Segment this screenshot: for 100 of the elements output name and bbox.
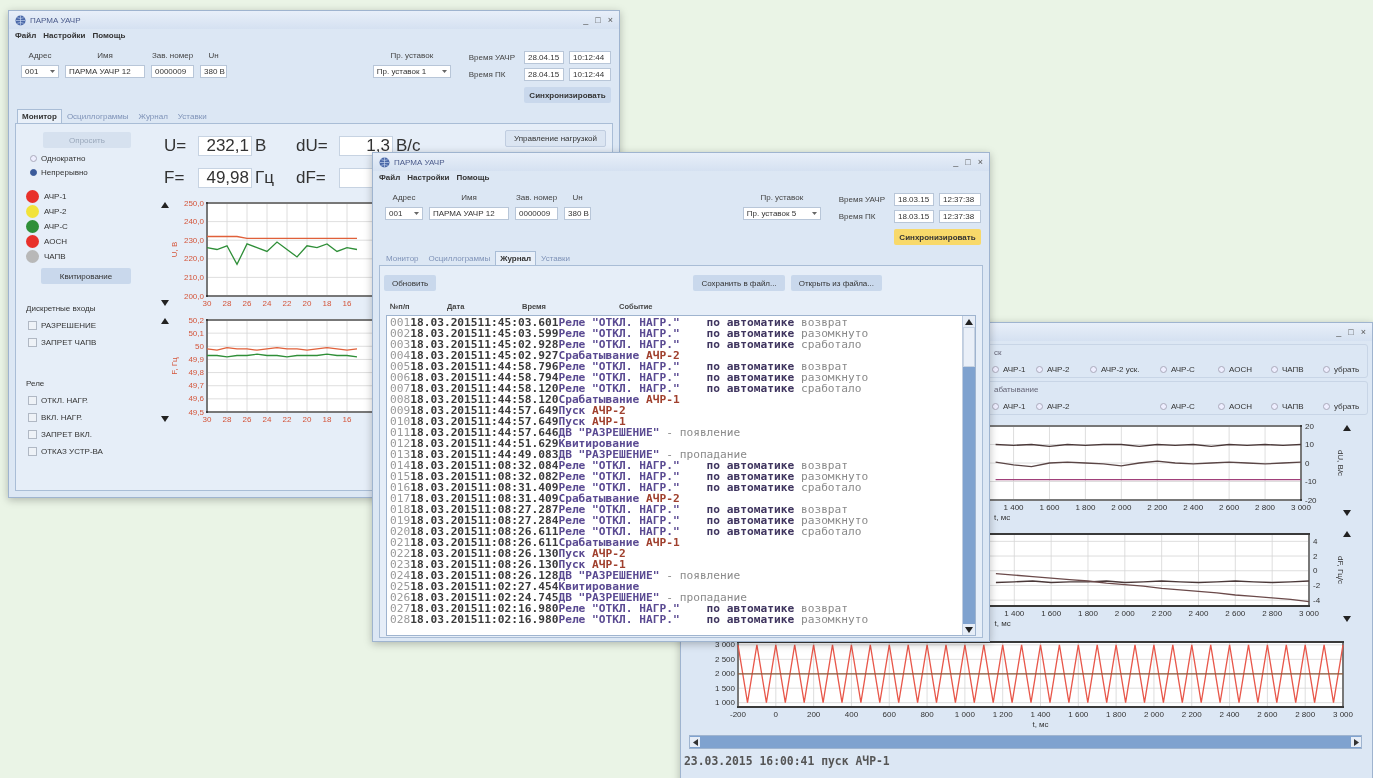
window-control[interactable]: □ [965, 157, 971, 167]
address-dropdown[interactable]: 001 [21, 65, 59, 78]
window-control[interactable]: _ [953, 157, 959, 167]
load-control-button[interactable]: Управление нагрузкой [505, 130, 606, 147]
tab[interactable]: Журнал [495, 251, 537, 265]
name-field[interactable]: ПАРМА УАЧР 12 [429, 207, 509, 220]
up-arrow-icon[interactable] [161, 318, 169, 324]
serial-field[interactable]: 0000009 [151, 65, 194, 78]
x-tick-label: 3 000 [1291, 503, 1311, 512]
window-control[interactable]: × [607, 15, 613, 25]
window-control[interactable]: □ [595, 15, 601, 25]
acknowledge-button[interactable]: Квитирование [41, 268, 131, 284]
date-cell: 18.03.2015 [410, 504, 478, 515]
window-control[interactable]: × [977, 157, 983, 167]
menu-item[interactable]: Настройки [43, 31, 86, 43]
time-field[interactable]: 12:37:38 [939, 210, 981, 223]
row-number: 026 [390, 592, 411, 603]
y-tick-label: 210,0 [183, 272, 204, 282]
checkbox[interactable] [28, 446, 37, 456]
settings-dropdown[interactable]: Пр. уставок 1 [372, 65, 451, 78]
radio-option[interactable]: убрать [1323, 399, 1372, 413]
radio-option[interactable]: АЧР-2 уск. [1090, 362, 1160, 376]
tab[interactable]: Монитор [17, 109, 62, 123]
radio-option[interactable]: ЧАПВ [1271, 362, 1323, 376]
date-cell: 18.03.2015 [410, 405, 478, 416]
save-to-file-button[interactable]: Сохранить в файл... [693, 275, 785, 291]
radio-option[interactable]: АЧР-С [1160, 362, 1218, 376]
group-label: ск [994, 348, 1002, 357]
y-tick-label: 49,7 [188, 381, 204, 391]
sync-button[interactable]: Синхронизировать [894, 229, 981, 245]
checkbox[interactable] [28, 337, 37, 347]
open-from-file-button[interactable]: Открыть из файла... [790, 275, 882, 291]
date-field[interactable]: 18.03.15 [894, 193, 934, 206]
radio-option[interactable]: АЧР-2 [1036, 362, 1090, 376]
radio-option[interactable]: АЧР-2 [1036, 399, 1090, 413]
time-field[interactable]: 12:37:38 [939, 193, 981, 206]
sync-button[interactable]: Синхронизировать [524, 87, 611, 103]
down-arrow-icon[interactable] [1343, 616, 1351, 622]
radio-button[interactable] [30, 154, 37, 162]
reading-field: 232,1 [198, 136, 252, 156]
down-arrow-icon[interactable] [161, 416, 169, 422]
radio-option[interactable]: АЧР-1 [992, 399, 1036, 413]
settings-dropdown[interactable]: Пр. уставок 5 [742, 207, 821, 220]
date-field[interactable]: 18.03.15 [894, 210, 934, 223]
horizontal-scrollbar[interactable] [689, 735, 1362, 749]
down-arrow-icon[interactable] [1343, 510, 1351, 516]
x-tick-label: 2 000 [1114, 609, 1135, 618]
reading-label: dU= [296, 136, 329, 156]
x-tick-label: 18 [322, 415, 332, 424]
menu-item[interactable]: Файл [379, 173, 401, 185]
checkbox[interactable] [28, 320, 37, 330]
voltage-field[interactable]: 380 В [200, 65, 227, 78]
serial-field[interactable]: 0000009 [515, 207, 558, 220]
window-control[interactable]: × [1360, 327, 1366, 337]
radio-option[interactable]: ЧАПВ [1271, 399, 1323, 413]
radio-option[interactable]: убрать [1323, 362, 1372, 376]
time-cell: 11:08:31.409 [477, 493, 559, 504]
up-arrow-icon[interactable] [1343, 425, 1351, 431]
voltage-field[interactable]: 380 В [564, 207, 591, 220]
scrollbar[interactable] [962, 316, 975, 635]
address-dropdown[interactable]: 001 [385, 207, 423, 220]
menu-item[interactable]: Помощь [92, 31, 126, 43]
time-cell: 11:44:58.120 [477, 383, 559, 394]
checkbox[interactable] [28, 429, 37, 439]
y-tick-label: -20 [1305, 495, 1317, 505]
time-field[interactable]: 10:12:44 [569, 68, 611, 81]
window-control[interactable]: □ [1348, 327, 1354, 337]
scroll-down-button[interactable] [963, 624, 975, 635]
radio-option[interactable]: АЧР-1 [992, 362, 1036, 376]
radio-button[interactable] [30, 168, 37, 176]
y-tick-label: 2 500 [714, 654, 735, 664]
checkbox[interactable] [28, 412, 37, 422]
down-arrow-icon[interactable] [161, 300, 169, 306]
menu-item[interactable]: Настройки [407, 173, 450, 185]
radio-option[interactable]: АОСН [1218, 399, 1271, 413]
radio-option[interactable]: АОСН [1218, 362, 1271, 376]
checkbox[interactable] [28, 395, 37, 405]
date-field[interactable]: 28.04.15 [524, 51, 564, 64]
status-text: 23.03.2015 16:00:41 пуск АЧР-1 [684, 754, 891, 768]
date-cell: 18.03.2015 [410, 526, 478, 537]
refresh-button[interactable]: Обновить [384, 275, 437, 291]
window-control[interactable]: _ [1336, 327, 1342, 337]
time-field[interactable]: 10:12:44 [569, 51, 611, 64]
time-cell: 11:45:02.928 [477, 339, 559, 350]
name-field[interactable]: ПАРМА УАЧР 12 [65, 65, 145, 78]
window-control[interactable]: _ [583, 15, 589, 25]
scroll-up-button[interactable] [963, 316, 975, 327]
date-field[interactable]: 28.04.15 [524, 68, 564, 81]
up-arrow-icon[interactable] [161, 202, 169, 208]
scroll-right-button[interactable] [1351, 737, 1361, 747]
date-cell: 18.03.2015 [410, 603, 478, 614]
radio-option[interactable]: АЧР-С [1160, 399, 1218, 413]
menu-item[interactable]: Помощь [456, 173, 490, 185]
menu-item[interactable]: Файл [15, 31, 37, 43]
x-tick-label: 18 [322, 299, 332, 308]
scroll-left-button[interactable] [690, 737, 700, 747]
field-label: Время ПК [838, 212, 877, 221]
x-tick-label: 1 800 [1077, 609, 1098, 618]
up-arrow-icon[interactable] [1343, 531, 1351, 537]
scrollbar-thumb[interactable] [963, 327, 975, 367]
